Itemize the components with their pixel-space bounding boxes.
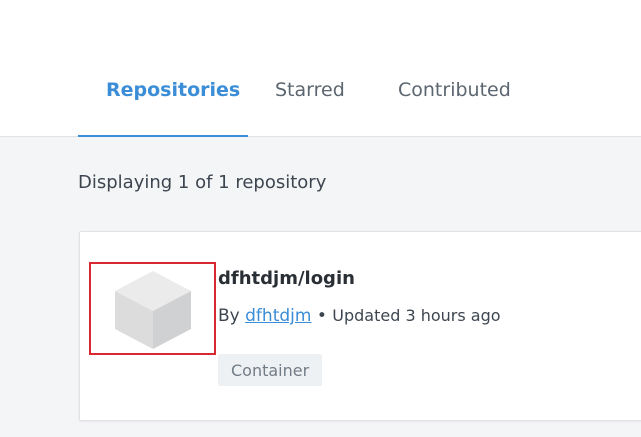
owner-link[interactable]: dfhtdjm [245, 306, 311, 326]
updated-time: Updated 3 hours ago [332, 306, 501, 325]
repository-icon-highlight[interactable] [89, 262, 216, 355]
repository-count: Displaying 1 of 1 repository [78, 172, 327, 193]
repository-meta: By dfhtdjm • Updated 3 hours ago [218, 306, 501, 326]
tab-bar: Repositories Starred Contributed [78, 0, 511, 137]
tab-contributed[interactable]: Contributed [398, 0, 511, 136]
tab-starred-label: Starred [275, 79, 345, 101]
by-label: By [218, 306, 240, 326]
tab-contributed-label: Contributed [398, 79, 511, 101]
meta-separator: • [316, 306, 327, 326]
tab-starred[interactable]: Starred [248, 0, 398, 136]
tab-repositories-label: Repositories [106, 79, 241, 101]
tab-repositories[interactable]: Repositories [78, 0, 248, 137]
type-badge: Container [218, 354, 323, 386]
repository-card[interactable]: dfhtdjm/login By dfhtdjm • Updated 3 hou… [79, 231, 641, 421]
repository-name[interactable]: dfhtdjm/login [218, 268, 355, 289]
page-header: Repositories Starred Contributed [0, 0, 641, 137]
cube-icon [114, 270, 191, 349]
